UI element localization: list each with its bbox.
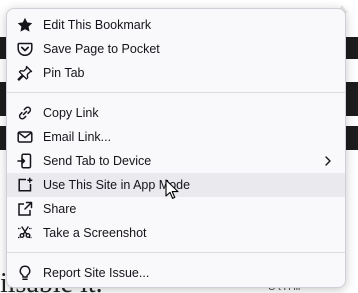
page-actions-menu: Edit This Bookmark Save Page to Pocket P… [6,8,346,288]
menu-item-label: Use This Site in App Mode [43,178,191,192]
pocket-icon [17,41,33,57]
menu-separator [7,252,345,253]
menu-item-email-link[interactable]: Email Link... [7,125,345,149]
menu-item-save-to-pocket[interactable]: Save Page to Pocket [7,37,345,61]
menu-item-send-tab-to-device[interactable]: Send Tab to Device [7,149,345,173]
link-icon [17,105,33,121]
menu-item-label: Report Site Issue... [43,266,150,280]
menu-item-report-site-issue[interactable]: Report Site Issue... [7,261,345,285]
chevron-right-icon [323,156,333,166]
menu-item-copy-link[interactable]: Copy Link [7,101,345,125]
send-to-device-icon [17,153,33,169]
menu-separator [7,92,345,93]
pin-icon [17,65,33,81]
menu-item-share[interactable]: Share [7,197,345,221]
screenshot-icon [17,225,33,241]
menu-item-use-app-mode[interactable]: Use This Site in App Mode [7,173,345,197]
star-icon [17,17,33,33]
share-icon [17,201,33,217]
menu-item-label: Take a Screenshot [43,226,147,240]
menu-item-pin-tab[interactable]: Pin Tab [7,61,345,85]
menu-item-label: Save Page to Pocket [43,42,160,56]
envelope-icon [17,129,33,145]
menu-item-label: Pin Tab [43,66,85,80]
menu-item-label: Email Link... [43,130,112,144]
app-mode-icon [17,177,33,193]
menu-item-label: Edit This Bookmark [43,18,152,32]
menu-item-label: Copy Link [43,106,99,120]
menu-item-take-screenshot[interactable]: Take a Screenshot [7,221,345,245]
menu-item-label: Share [43,202,77,216]
menu-item-label: Send Tab to Device [43,154,152,168]
menu-item-edit-bookmark[interactable]: Edit This Bookmark [7,13,345,37]
lightbulb-icon [17,265,33,281]
